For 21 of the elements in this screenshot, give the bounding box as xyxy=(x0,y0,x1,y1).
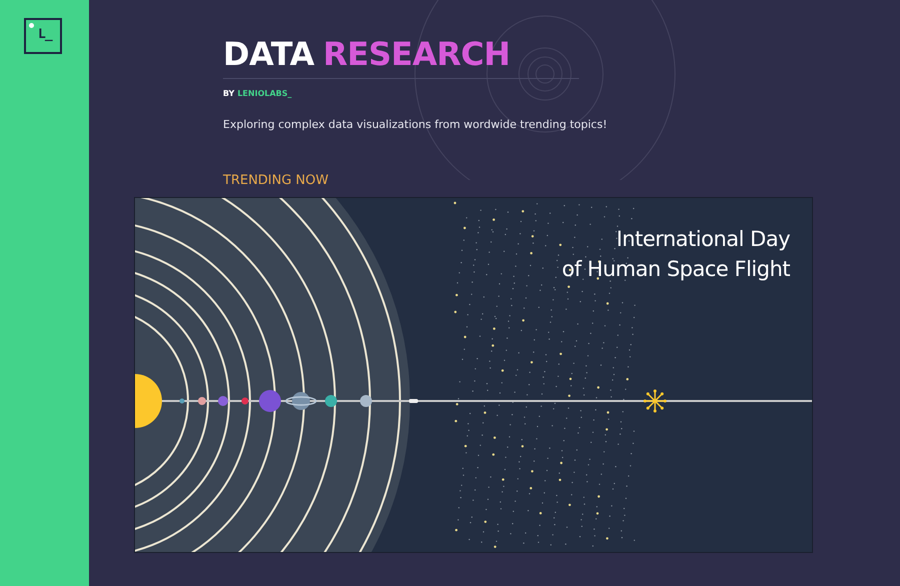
section-heading: TRENDING NOW xyxy=(223,173,330,188)
planet-icon xyxy=(180,398,184,404)
title-word: RESEARCH xyxy=(322,36,510,72)
card-title-line: International Day xyxy=(615,226,790,253)
planet-icon xyxy=(259,390,281,412)
planet-icon xyxy=(242,398,248,404)
planet-icon xyxy=(218,396,228,406)
title-word: DATA xyxy=(223,36,314,72)
planet-icon xyxy=(325,395,337,407)
byline-label: BY xyxy=(223,89,234,98)
logo-icon[interactable]: L_ xyxy=(24,18,62,54)
ring-icon xyxy=(285,396,317,406)
description: Exploring complex data visualizations from wordwide trending topics! xyxy=(223,118,608,131)
asterisk-icon xyxy=(644,390,666,412)
planet-icon xyxy=(198,397,206,405)
planet-icon xyxy=(360,395,372,407)
card-title-line: of Human Space Flight xyxy=(562,256,790,283)
planet-icon xyxy=(292,392,310,410)
author-name: LENIOLABS_ xyxy=(237,89,292,98)
sun-icon xyxy=(135,374,162,428)
spacecraft-icon xyxy=(409,399,418,403)
